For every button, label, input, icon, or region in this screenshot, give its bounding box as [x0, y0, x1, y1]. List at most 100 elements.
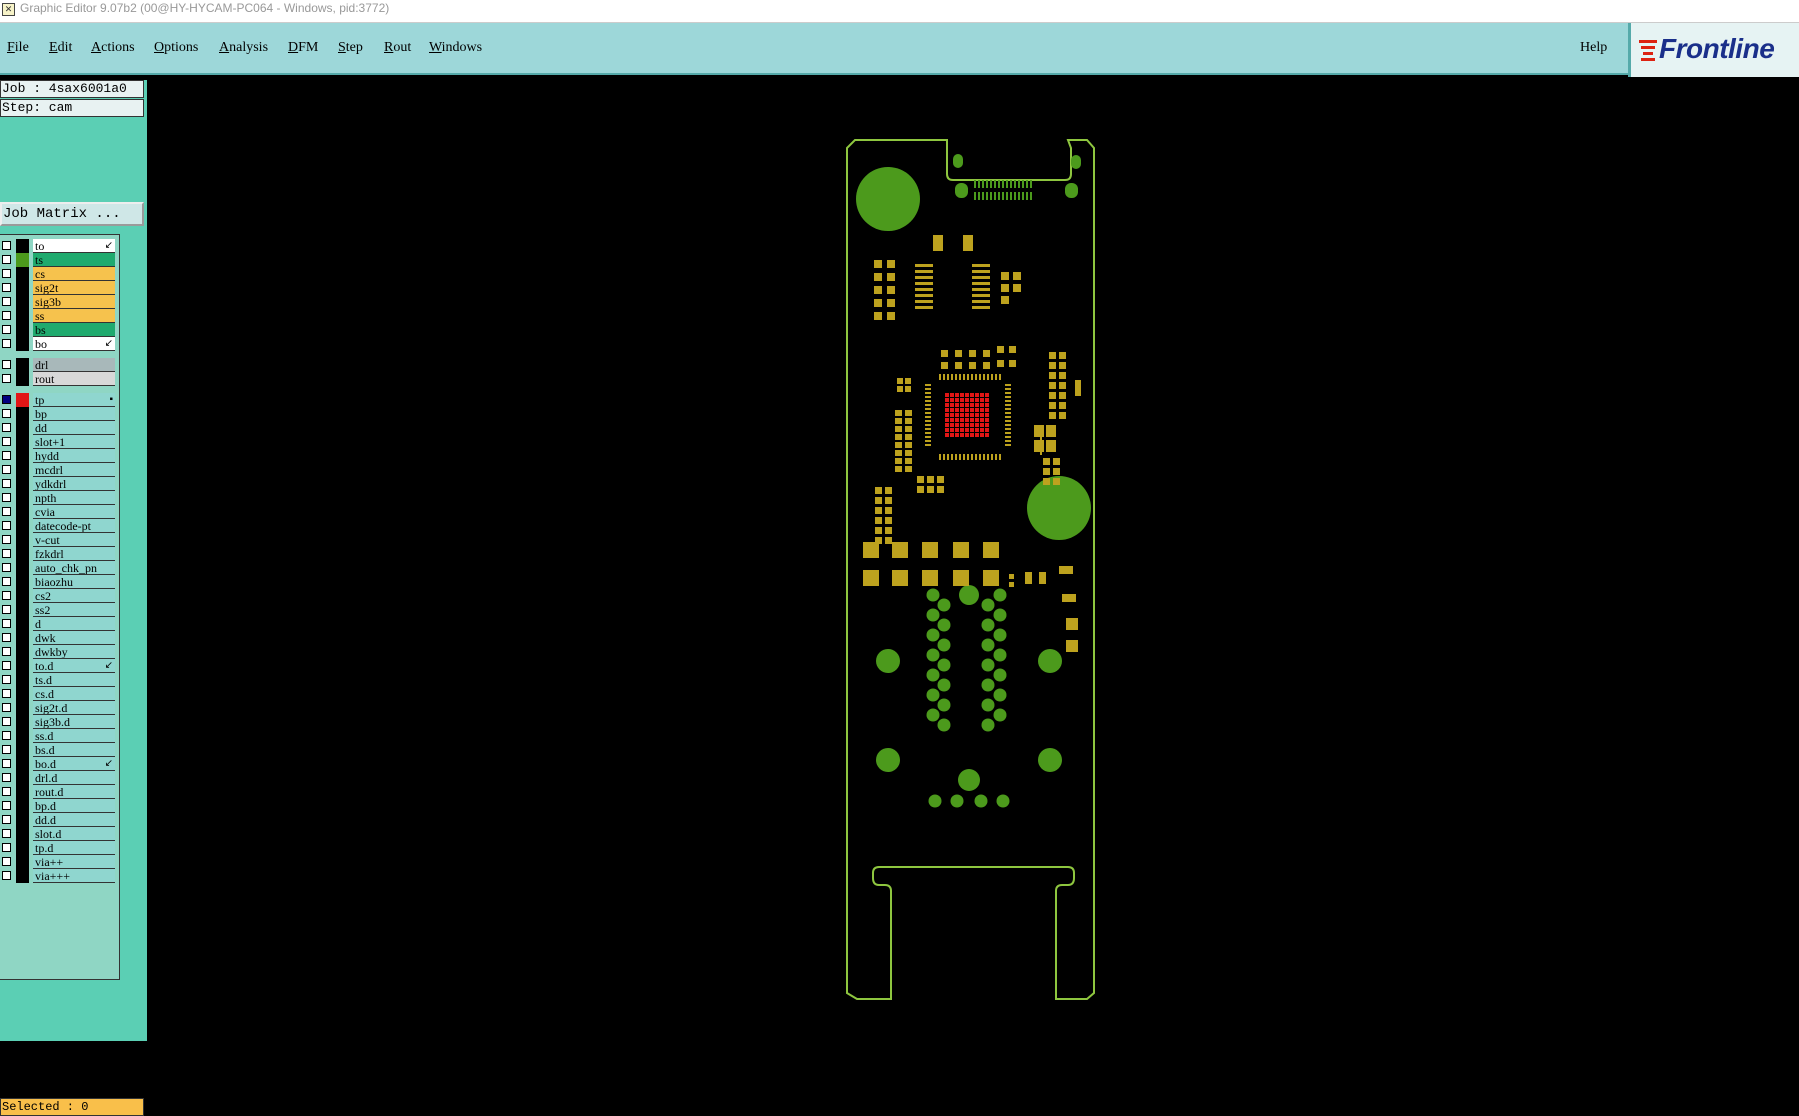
layer-color-swatch[interactable] [16, 281, 29, 295]
layer-color-swatch[interactable] [16, 631, 29, 645]
menu-options[interactable]: Options [154, 40, 198, 56]
layer-name[interactable]: cs2 [33, 589, 115, 603]
layer-checkbox[interactable] [2, 374, 11, 383]
layer-color-swatch[interactable] [16, 372, 29, 386]
layer-name[interactable]: bp.d [33, 799, 115, 813]
layer-row-auto_chk_pn[interactable]: auto_chk_pn [0, 561, 116, 575]
layer-checkbox[interactable] [2, 423, 11, 432]
layer-row-drl.d[interactable]: drl.d [0, 771, 116, 785]
layer-name[interactable]: ts [33, 253, 115, 267]
layer-name[interactable]: to ↙ [33, 239, 115, 253]
layer-name[interactable]: bs [33, 323, 115, 337]
layer-color-swatch[interactable] [16, 547, 29, 561]
layer-checkbox[interactable] [2, 269, 11, 278]
layer-checkbox[interactable] [2, 703, 11, 712]
layer-color-swatch[interactable] [16, 715, 29, 729]
layer-color-swatch[interactable] [16, 309, 29, 323]
layer-row-sig3b.d[interactable]: sig3b.d [0, 715, 116, 729]
layer-checkbox[interactable] [2, 591, 11, 600]
layer-name[interactable]: rout.d [33, 785, 115, 799]
layer-color-swatch[interactable] [16, 771, 29, 785]
layer-name[interactable]: bo ↙ [33, 337, 115, 351]
layer-row-dwkby[interactable]: dwkby [0, 645, 116, 659]
layer-name[interactable]: drl.d [33, 771, 115, 785]
layer-row-slot+1[interactable]: slot+1 [0, 435, 116, 449]
layer-color-swatch[interactable] [16, 561, 29, 575]
layer-checkbox[interactable] [2, 745, 11, 754]
layer-color-swatch[interactable] [16, 449, 29, 463]
layer-checkbox[interactable] [2, 297, 11, 306]
layer-checkbox[interactable] [2, 619, 11, 628]
layer-name[interactable]: npth [33, 491, 115, 505]
layer-checkbox[interactable] [2, 409, 11, 418]
layer-name[interactable]: datecode-pt [33, 519, 115, 533]
layer-name[interactable]: ss2 [33, 603, 115, 617]
layer-checkbox[interactable] [2, 661, 11, 670]
graphic-canvas[interactable] [147, 80, 1799, 1041]
layer-color-swatch[interactable] [16, 799, 29, 813]
layer-row-fzkdrl[interactable]: fzkdrl [0, 547, 116, 561]
layer-row-ts.d[interactable]: ts.d [0, 673, 116, 687]
layer-row-rout.d[interactable]: rout.d [0, 785, 116, 799]
layer-name[interactable]: tp ▪ [33, 393, 115, 407]
layer-row-via++[interactable]: via++ [0, 855, 116, 869]
layer-color-swatch[interactable] [16, 407, 29, 421]
layer-color-swatch[interactable] [16, 337, 29, 351]
layer-row-bs.d[interactable]: bs.d [0, 743, 116, 757]
layer-color-swatch[interactable] [16, 323, 29, 337]
layer-checkbox[interactable] [2, 801, 11, 810]
layer-color-swatch[interactable] [16, 841, 29, 855]
layer-color-swatch[interactable] [16, 393, 29, 407]
layer-color-swatch[interactable] [16, 463, 29, 477]
layer-row-ss2[interactable]: ss2 [0, 603, 116, 617]
layer-checkbox[interactable] [2, 437, 11, 446]
layer-row-cs2[interactable]: cs2 [0, 589, 116, 603]
layer-color-swatch[interactable] [16, 785, 29, 799]
layer-row-ss[interactable]: ss [0, 309, 116, 323]
layer-name[interactable]: sig3b [33, 295, 115, 309]
layer-checkbox[interactable] [2, 241, 11, 250]
layer-name[interactable]: dwkby [33, 645, 115, 659]
layer-row-biaozhu[interactable]: biaozhu [0, 575, 116, 589]
layer-name[interactable]: drl [33, 358, 115, 372]
layer-checkbox[interactable] [2, 731, 11, 740]
layer-checkbox[interactable] [2, 787, 11, 796]
layer-name[interactable]: bs.d [33, 743, 115, 757]
layer-name[interactable]: slot.d [33, 827, 115, 841]
layer-checkbox[interactable] [2, 857, 11, 866]
job-matrix-button[interactable]: Job Matrix ... [0, 202, 144, 226]
layer-name[interactable]: ts.d [33, 673, 115, 687]
help-menu[interactable]: Help [1580, 40, 1607, 56]
layer-color-swatch[interactable] [16, 253, 29, 267]
layer-name[interactable]: cs [33, 267, 115, 281]
layer-color-swatch[interactable] [16, 645, 29, 659]
layer-name[interactable]: bp [33, 407, 115, 421]
layer-name[interactable]: via+++ [33, 869, 115, 883]
layer-row-slot.d[interactable]: slot.d [0, 827, 116, 841]
layer-checkbox[interactable] [2, 773, 11, 782]
layer-name[interactable]: ss [33, 309, 115, 323]
layer-color-swatch[interactable] [16, 239, 29, 253]
layer-checkbox[interactable] [2, 521, 11, 530]
layer-name[interactable]: mcdrl [33, 463, 115, 477]
layer-row-sig2t[interactable]: sig2t [0, 281, 116, 295]
layer-name[interactable]: bo.d ↙ [33, 757, 115, 771]
layer-checkbox[interactable] [2, 465, 11, 474]
layer-color-swatch[interactable] [16, 491, 29, 505]
layer-row-tp[interactable]: tp ▪ [0, 393, 116, 407]
layer-row-bo.d[interactable]: bo.d ↙ [0, 757, 116, 771]
layer-row-d[interactable]: d [0, 617, 116, 631]
menu-edit[interactable]: Edit [49, 40, 72, 56]
layer-checkbox[interactable] [2, 479, 11, 488]
layer-name[interactable]: slot+1 [33, 435, 115, 449]
layer-checkbox[interactable] [2, 493, 11, 502]
layer-name[interactable]: via++ [33, 855, 115, 869]
layer-name[interactable]: sig2t [33, 281, 115, 295]
layer-checkbox[interactable] [2, 360, 11, 369]
layer-row-bp.d[interactable]: bp.d [0, 799, 116, 813]
layer-name[interactable]: dd [33, 421, 115, 435]
layer-row-ts[interactable]: ts [0, 253, 116, 267]
layer-checkbox[interactable] [2, 647, 11, 656]
layer-checkbox[interactable] [2, 325, 11, 334]
layer-color-swatch[interactable] [16, 869, 29, 883]
